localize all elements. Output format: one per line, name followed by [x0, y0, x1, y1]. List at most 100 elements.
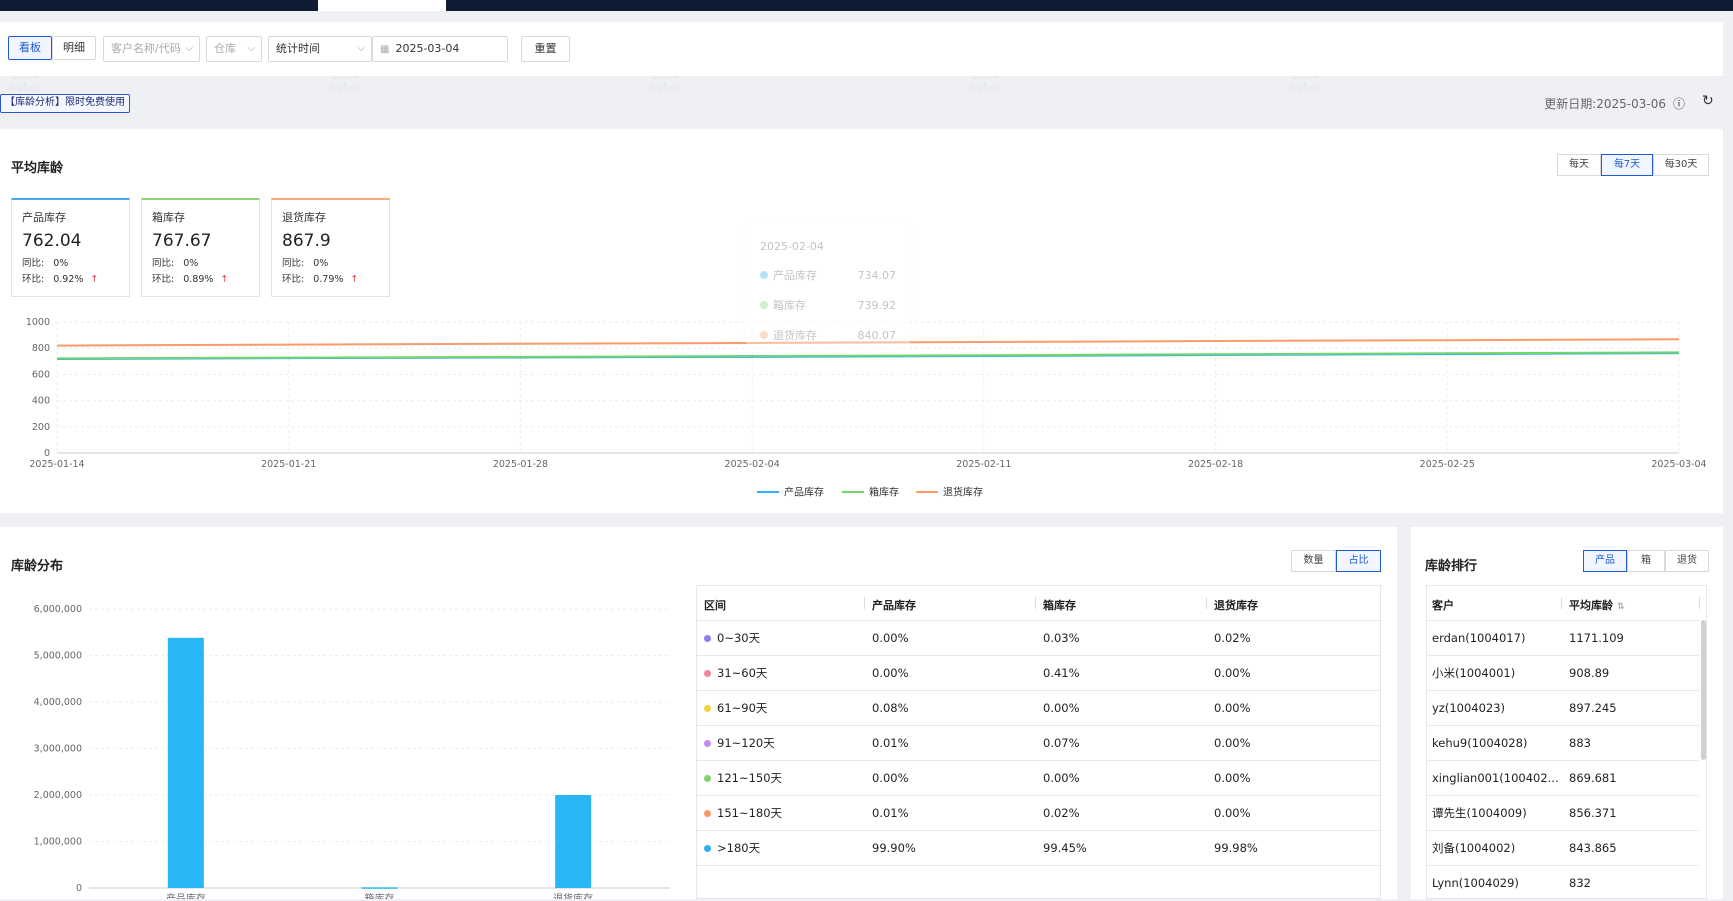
legend-label[interactable]: 退货库存	[943, 486, 983, 499]
x-tick-label: 产品库存	[166, 892, 206, 899]
period-option[interactable]: 每天	[1557, 154, 1601, 176]
distribution-toggle-option[interactable]: 占比	[1336, 550, 1381, 572]
customer-cell: 谭先生(1004009)	[1432, 806, 1527, 820]
return-pct-cell: 0.00%	[1214, 806, 1251, 820]
avg-age-cell: 883	[1569, 736, 1591, 750]
customer-cell: yz(1004023)	[1432, 701, 1506, 715]
table-row[interactable]: kehu9(1004028) 883	[1427, 725, 1699, 760]
range-label: 91~120天	[717, 736, 775, 750]
refresh-icon[interactable]: ↻	[1702, 93, 1714, 109]
date-picker[interactable]: ▦ 2025-03-04	[372, 36, 508, 62]
card-mom: 环比: 0.79% ↑	[282, 271, 379, 285]
x-tick-label: 退货库存	[553, 892, 593, 899]
avg-age-cell: 869.681	[1569, 771, 1617, 785]
range-dot-icon	[704, 775, 711, 782]
tab-board[interactable]: 看板	[8, 36, 52, 60]
return-pct-cell: 0.00%	[1214, 736, 1251, 750]
table-row[interactable]: 91~120天 0.01% 0.07% 0.00%	[697, 725, 1380, 760]
customer-cell: Lynn(1004029)	[1432, 876, 1519, 890]
x-tick-label: 2025-03-04	[1651, 459, 1706, 470]
table-row[interactable]: 谭先生(1004009) 856.371	[1427, 795, 1699, 830]
bar[interactable]	[555, 795, 592, 888]
range-dot-icon	[704, 670, 711, 677]
table-row[interactable]: 121~150天 0.00% 0.00% 0.00%	[697, 760, 1380, 795]
x-tick-label: 2025-02-04	[725, 459, 780, 470]
range-cell: 61~90天	[704, 691, 767, 726]
table-row[interactable]: Lynn(1004029) 832	[1427, 865, 1699, 900]
table-row[interactable]: xinglian001(100402... 869.681	[1427, 760, 1699, 795]
y-tick-label: 3,000,000	[34, 744, 82, 755]
avg-age-cell: 897.245	[1569, 701, 1617, 715]
range-cell: 0~30天	[704, 621, 760, 656]
scrollbar-thumb[interactable]	[1701, 620, 1706, 760]
column-divider	[1561, 597, 1562, 609]
table-row[interactable]: >180天 99.90% 99.45% 99.98%	[697, 830, 1380, 865]
series-dot-icon	[760, 301, 768, 309]
active-page-tab[interactable]	[318, 0, 446, 11]
card-yoy-value: 0%	[180, 258, 199, 269]
y-tick-label: 0	[76, 883, 82, 894]
tooltip-series-name: 箱库存	[773, 299, 806, 312]
table-header[interactable]: 箱库存	[1043, 597, 1076, 613]
x-tick-label: 2025-02-11	[956, 459, 1011, 470]
ranking-tab[interactable]: 产品	[1583, 550, 1627, 572]
table-row[interactable]: 刘备(1004002) 843.865	[1427, 830, 1699, 865]
ranking-title: 库龄排行	[1425, 559, 1478, 574]
box-pct-cell: 0.00%	[1043, 701, 1080, 715]
column-divider	[864, 597, 865, 609]
table-header[interactable]: 退货库存	[1214, 597, 1258, 613]
bar[interactable]	[361, 887, 398, 889]
table-header-sortable[interactable]: 平均库龄 ⇅	[1569, 597, 1625, 613]
period-option[interactable]: 每30天	[1653, 154, 1709, 176]
legend-label[interactable]: 箱库存	[869, 486, 899, 499]
ranking-tab[interactable]: 箱	[1627, 550, 1665, 572]
tooltip-series-name: 退货库存	[773, 329, 817, 342]
sort-icon[interactable]: ⇅	[1617, 602, 1625, 612]
customer-cell: 刘备(1004002)	[1432, 841, 1516, 855]
tab-detail[interactable]: 明细	[52, 36, 96, 60]
y-tick-label: 2,000,000	[34, 790, 82, 801]
info-icon[interactable]: ⓘ	[1673, 95, 1685, 112]
avg-age-cell: 843.865	[1569, 841, 1617, 855]
summary-card: 产品库存 762.04 同比: 0% 环比: 0.92% ↑	[11, 198, 130, 297]
avg-age-cell: 1171.109	[1569, 631, 1624, 645]
table-row[interactable]: yz(1004023) 897.245	[1427, 690, 1699, 725]
warehouse-select[interactable]: 仓库 ⌵	[206, 36, 262, 62]
table-row[interactable]: 小米(1004001) 908.89	[1427, 655, 1699, 690]
table-row[interactable]: 0~30天 0.00% 0.03% 0.02%	[697, 620, 1380, 655]
card-mom-label: 环比:	[282, 274, 305, 285]
distribution-toggle-option[interactable]: 数量	[1291, 550, 1336, 572]
distribution-title: 库龄分布	[11, 559, 64, 574]
table-row[interactable]: 151~180天 0.01% 0.02% 0.00%	[697, 795, 1380, 830]
period-option[interactable]: 每7天	[1601, 154, 1653, 176]
table-header[interactable]: 产品库存	[872, 597, 916, 613]
stat-time-select[interactable]: 统计时间 ⌵	[268, 36, 372, 62]
box-pct-cell: 0.41%	[1043, 666, 1080, 680]
table-row[interactable]: 31~60天 0.00% 0.41% 0.00%	[697, 655, 1380, 690]
range-cell: 31~60天	[704, 656, 767, 691]
return-pct-cell: 0.00%	[1214, 666, 1251, 680]
avg-age-cell: 856.371	[1569, 806, 1617, 820]
table-row[interactable]: 61~90天 0.08% 0.00% 0.00%	[697, 690, 1380, 725]
range-dot-icon	[704, 845, 711, 852]
range-cell: 151~180天	[704, 796, 782, 831]
range-label: >180天	[717, 841, 761, 855]
ranking-table: 客户 平均库龄 ⇅ erdan(1004017) 1171.109 小米(1004001)…	[1426, 585, 1707, 899]
table-row[interactable]: erdan(1004017) 1171.109	[1427, 620, 1699, 655]
card-yoy-label: 同比:	[152, 258, 175, 269]
card-label: 退货库存	[282, 211, 326, 224]
series-dot-icon	[760, 271, 768, 279]
card-yoy: 同比: 0%	[22, 255, 119, 269]
box-pct-cell: 0.00%	[1043, 771, 1080, 785]
summary-card: 箱库存 767.67 同比: 0% 环比: 0.89% ↑	[141, 198, 260, 297]
return-pct-cell: 0.00%	[1214, 771, 1251, 785]
bar[interactable]	[167, 637, 204, 888]
ranking-tab[interactable]: 退货	[1665, 550, 1709, 572]
card-mom-value: 0.89%	[180, 274, 214, 285]
customer-select[interactable]: 客户名称/代码 ⌵	[103, 36, 200, 62]
table-header[interactable]: 客户	[1432, 597, 1454, 613]
legend-label[interactable]: 产品库存	[784, 486, 824, 499]
reset-button[interactable]: 重置	[521, 36, 570, 62]
promo-badge[interactable]: 【库龄分析】限时免费使用	[0, 94, 130, 113]
table-header[interactable]: 区间	[704, 597, 726, 613]
